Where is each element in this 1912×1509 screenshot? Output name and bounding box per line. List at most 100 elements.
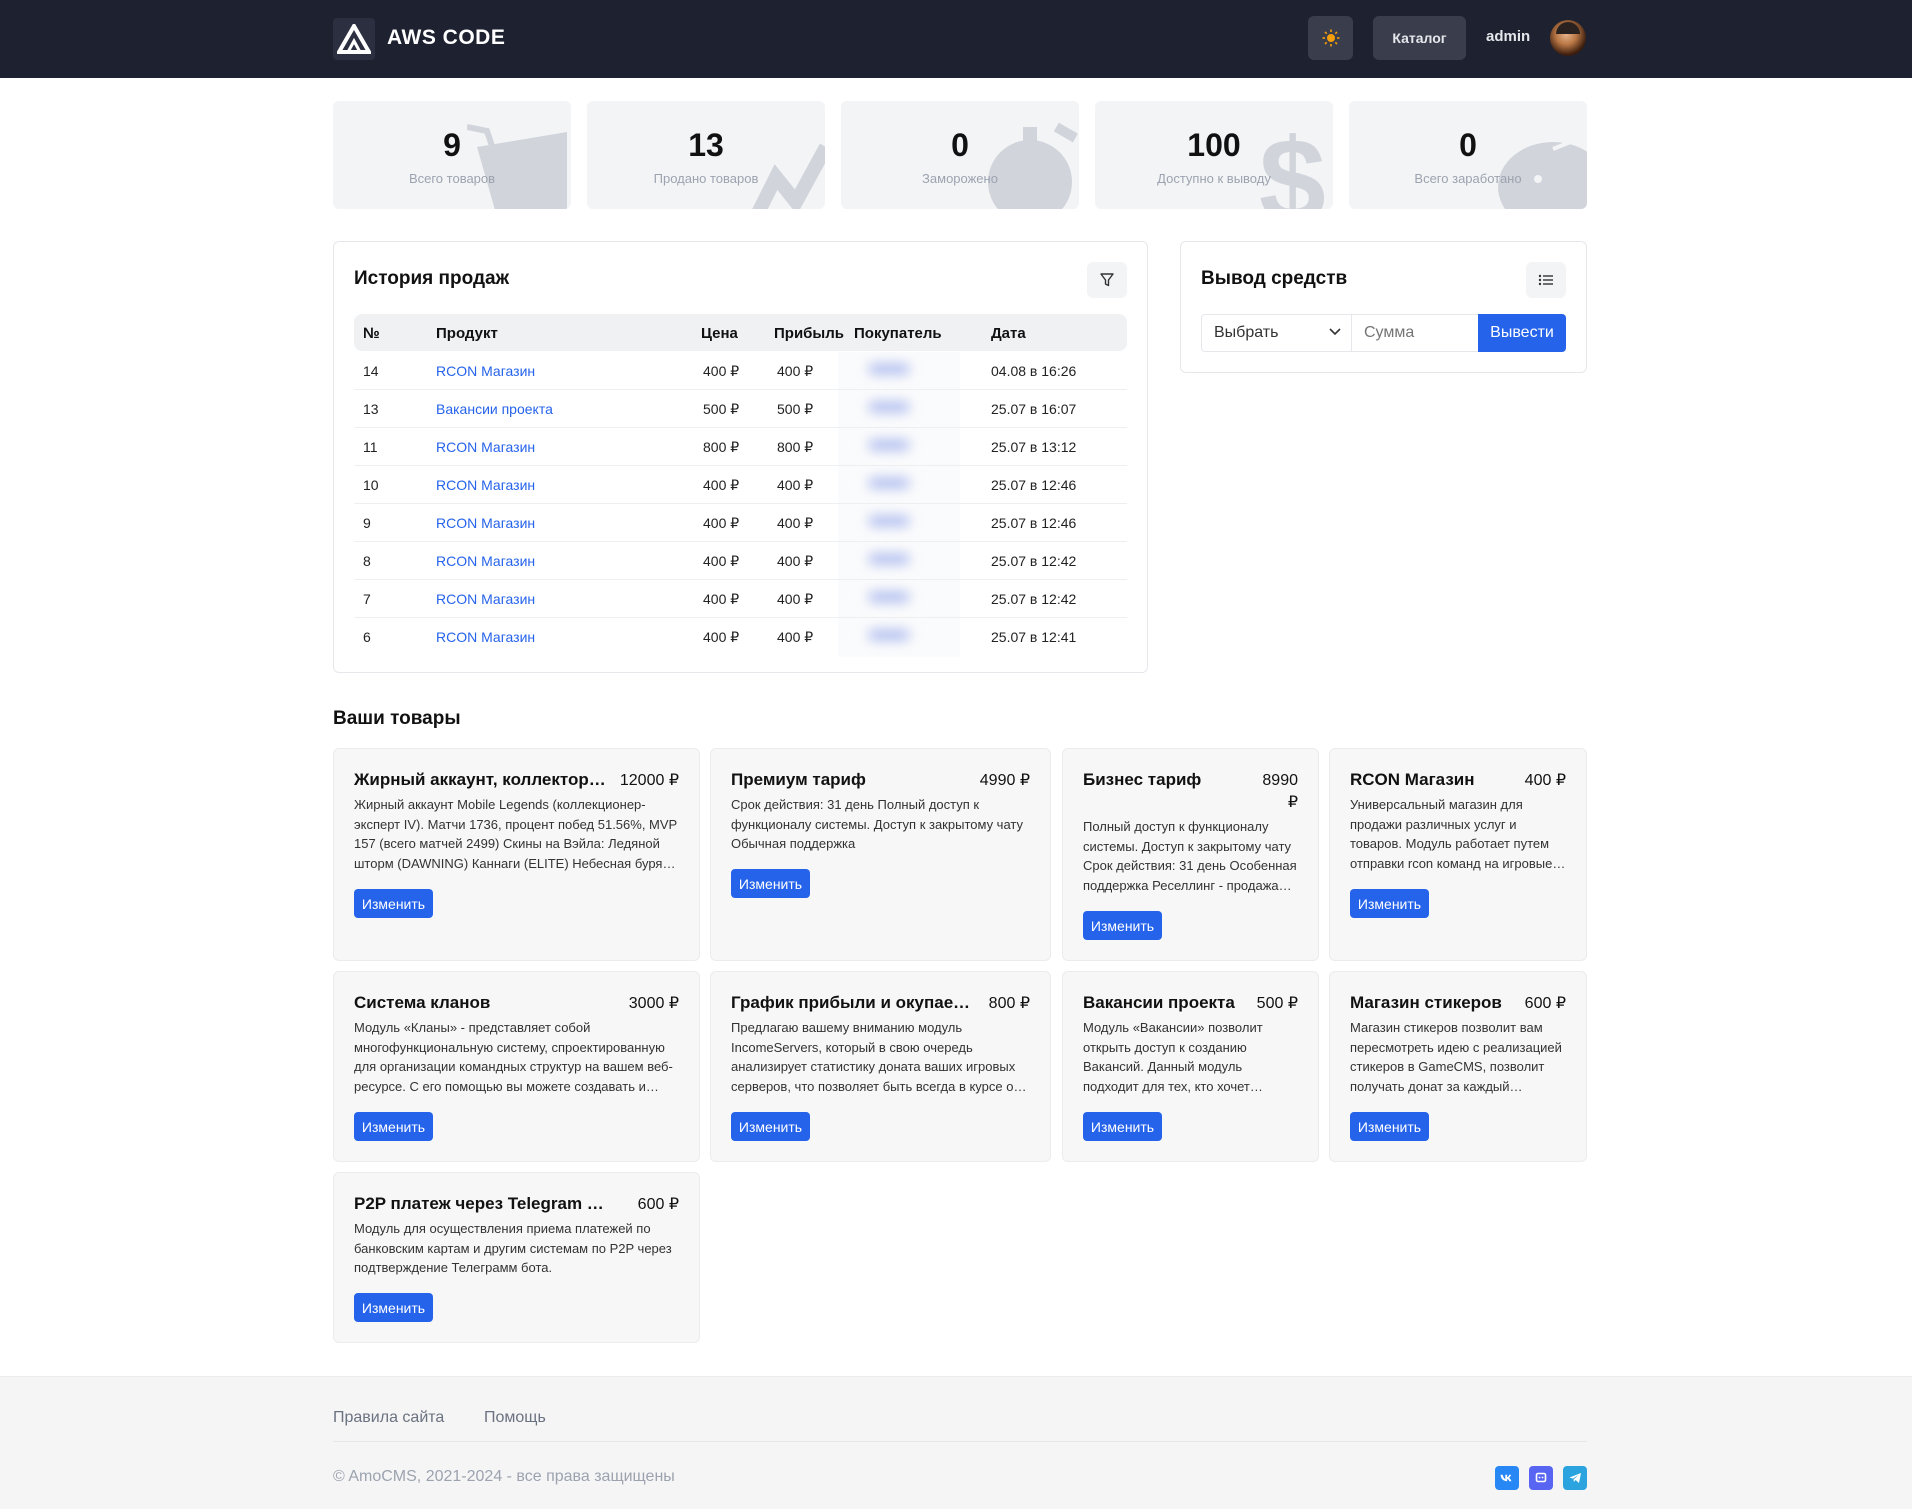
table-row: 13 Вакансии проекта 500 ₽ 500 ₽ 25.07 в … <box>354 390 1127 428</box>
product-name: Магазин стикеров <box>1350 993 1502 1012</box>
row-price: 400 ₽ <box>703 363 740 379</box>
product-card: Магазин стикеров 600 ₽ Магазин стикеров … <box>1329 971 1587 1162</box>
product-price: 600 ₽ <box>637 1196 679 1213</box>
row-id: 11 <box>363 439 378 455</box>
column-header: Покупатель <box>854 325 942 342</box>
row-profit: 400 ₽ <box>777 515 814 531</box>
catalog-button[interactable]: Каталог <box>1373 16 1466 60</box>
edit-button[interactable]: Изменить <box>1083 911 1162 940</box>
footer-divider <box>333 1441 1587 1442</box>
row-id: 10 <box>363 477 379 493</box>
row-price: 800 ₽ <box>703 439 740 455</box>
product-link[interactable]: RCON Магазин <box>436 629 535 645</box>
product-link[interactable]: RCON Магазин <box>436 477 535 493</box>
product-name: Премиум тариф <box>731 770 866 789</box>
telegram-icon[interactable] <box>1563 1466 1587 1490</box>
product-description: Срок действия: 31 день Полный доступ к ф… <box>731 797 1023 851</box>
sales-history-title: История продаж <box>354 268 510 289</box>
top-navbar: AWS CODE Каталог admin <box>0 0 1912 78</box>
stat-value: 13 <box>688 127 724 163</box>
product-price: 800 ₽ <box>988 995 1030 1012</box>
buyer-blurred <box>859 624 959 650</box>
row-profit: 400 ₽ <box>777 477 814 493</box>
product-name: P2P платеж через Telegram бота <box>354 1194 609 1213</box>
product-name: RCON Магазин <box>1350 770 1475 789</box>
column-header: № <box>363 325 380 342</box>
row-date: 25.07 в 13:12 <box>991 439 1077 455</box>
product-description: Модуль «Вакансии» позволит открыть досту… <box>1083 1020 1263 1094</box>
table-row: 8 RCON Магазин 400 ₽ 400 ₽ 25.07 в 12:42 <box>354 542 1127 580</box>
stat-card-total-products: 9 Всего товаров <box>333 101 571 209</box>
product-link[interactable]: RCON Магазин <box>436 553 535 569</box>
row-id: 8 <box>363 553 371 569</box>
edit-button[interactable]: Изменить <box>1350 1112 1429 1141</box>
sun-icon <box>1322 29 1339 47</box>
edit-button[interactable]: Изменить <box>731 869 810 898</box>
withdraw-title: Вывод средств <box>1201 268 1348 289</box>
row-price: 400 ₽ <box>703 515 740 531</box>
row-profit: 500 ₽ <box>777 401 814 417</box>
withdraw-list-button[interactable] <box>1526 262 1566 298</box>
edit-button[interactable]: Изменить <box>354 1293 433 1322</box>
discord-icon[interactable] <box>1529 1466 1553 1490</box>
row-id: 7 <box>363 591 371 607</box>
product-card: P2P платеж через Telegram бота 600 ₽ Мод… <box>333 1172 700 1343</box>
row-profit: 400 ₽ <box>777 363 814 379</box>
edit-button[interactable]: Изменить <box>1350 889 1429 918</box>
row-price: 400 ₽ <box>703 553 740 569</box>
username[interactable]: admin <box>1486 28 1530 45</box>
edit-button[interactable]: Изменить <box>731 1112 810 1141</box>
logo-icon[interactable] <box>333 18 375 60</box>
brand-name[interactable]: AWS CODE <box>387 26 505 50</box>
stat-label: Продано товаров <box>653 171 759 186</box>
row-profit: 400 ₽ <box>777 553 814 569</box>
vk-icon[interactable] <box>1495 1466 1519 1490</box>
row-price: 400 ₽ <box>703 477 740 493</box>
row-date: 25.07 в 16:07 <box>991 401 1077 417</box>
product-link[interactable]: RCON Магазин <box>436 515 535 531</box>
stat-label: Всего заработано <box>1414 171 1522 186</box>
column-header: Дата <box>991 325 1026 342</box>
buyer-blurred <box>859 472 959 498</box>
stat-value: 0 <box>1459 127 1477 163</box>
product-description: Универсальный магазин для продажи различ… <box>1350 797 1553 871</box>
stat-card-frozen: 0 Заморожено <box>841 101 1079 209</box>
filter-button[interactable] <box>1087 262 1127 298</box>
buyer-blurred <box>859 510 959 536</box>
avatar[interactable] <box>1550 20 1586 56</box>
stat-card-earned: 0 Всего заработано <box>1349 101 1587 209</box>
product-link[interactable]: RCON Магазин <box>436 363 535 379</box>
product-price: 600 ₽ <box>1524 995 1566 1012</box>
table-row: 7 RCON Магазин 400 ₽ 400 ₽ 25.07 в 12:42 <box>354 580 1127 618</box>
product-name: График прибыли и окупаемости <box>731 993 971 1012</box>
edit-button[interactable]: Изменить <box>1083 1112 1162 1141</box>
withdraw-method-select[interactable]: Выбрать <box>1201 314 1352 352</box>
stat-label: Заморожено <box>922 171 998 186</box>
product-name: Вакансии проекта <box>1083 993 1235 1012</box>
amount-input[interactable] <box>1352 314 1479 352</box>
list-icon <box>1538 274 1553 286</box>
edit-button[interactable]: Изменить <box>354 1112 433 1141</box>
product-price: 4990 ₽ <box>979 772 1030 789</box>
row-id: 14 <box>363 363 379 379</box>
table-row: 11 RCON Магазин 800 ₽ 800 ₽ 25.07 в 13:1… <box>354 428 1127 466</box>
product-card: Вакансии проекта 500 ₽ Модуль «Вакансии»… <box>1062 971 1319 1162</box>
buyer-blurred <box>859 586 959 612</box>
product-card: Система кланов 3000 ₽ Модуль «Кланы» - п… <box>333 971 700 1162</box>
stat-label: Всего товаров <box>408 171 496 186</box>
row-date: 25.07 в 12:46 <box>991 477 1077 493</box>
product-description: Полный доступ к функционалу системы. Дос… <box>1083 819 1297 893</box>
row-price: 500 ₽ <box>703 401 740 417</box>
footer-link-rules[interactable]: Правила сайта <box>333 1409 444 1427</box>
product-link[interactable]: RCON Магазин <box>436 591 535 607</box>
filter-icon <box>1100 273 1114 287</box>
product-price: 400 ₽ <box>1524 772 1566 789</box>
withdraw-button[interactable]: Вывести <box>1478 314 1566 352</box>
product-link[interactable]: Вакансии проекта <box>436 401 553 417</box>
product-link[interactable]: RCON Магазин <box>436 439 535 455</box>
theme-toggle-button[interactable] <box>1308 16 1353 60</box>
stat-value: 0 <box>951 127 969 163</box>
edit-button[interactable]: Изменить <box>354 889 433 918</box>
footer-link-help[interactable]: Помощь <box>484 1409 546 1427</box>
buyer-blurred <box>859 434 959 460</box>
